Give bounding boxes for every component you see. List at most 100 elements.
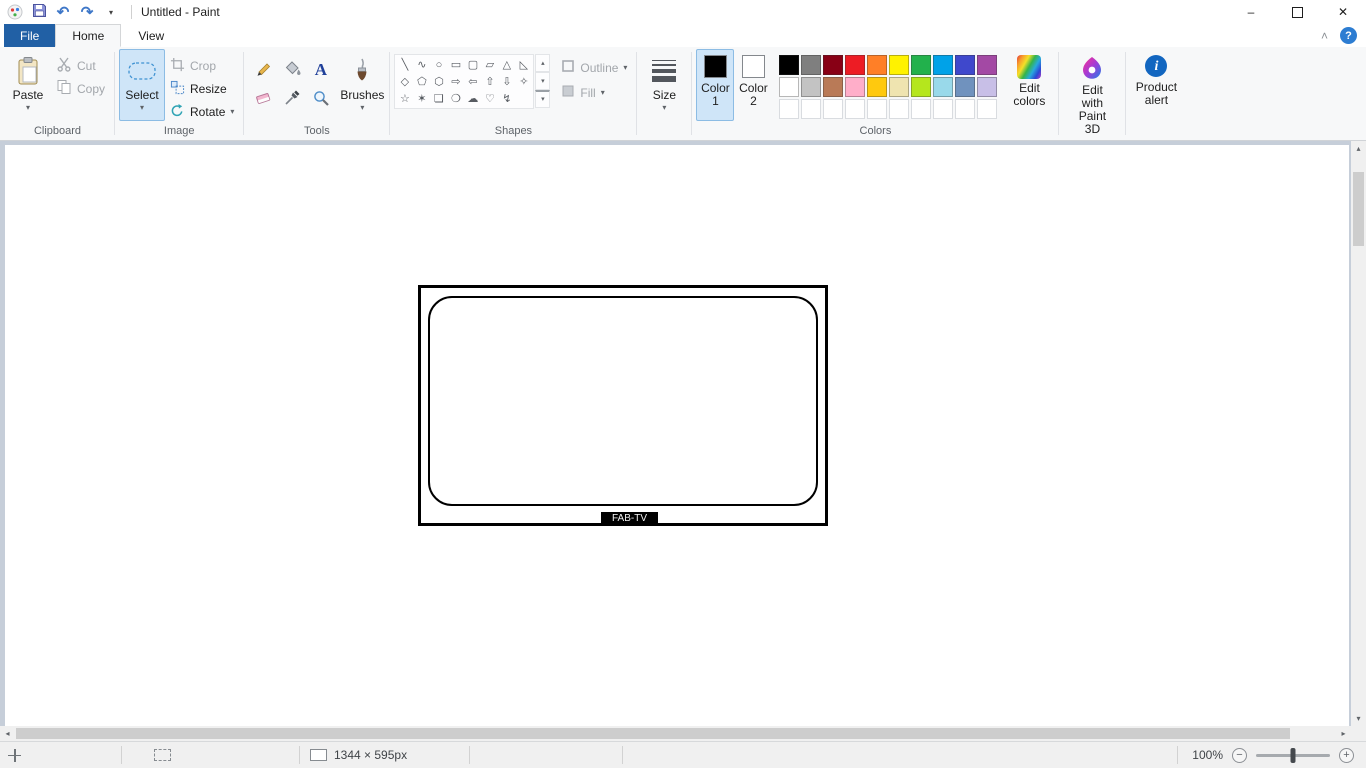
shape-rounded-callout[interactable]: ❏ [430,90,447,107]
paint-logo-icon[interactable] [4,1,26,23]
customize-qat-button[interactable]: ▾ [100,1,122,23]
scroll-left-arrow[interactable]: ◂ [0,726,15,741]
shape-hexagon[interactable]: ⬡ [430,73,447,90]
collapse-ribbon-icon[interactable]: ˄ [1321,29,1328,43]
save-button[interactable] [28,1,50,23]
shape-heart[interactable]: ♡ [481,90,498,107]
magnifier-tool-button[interactable] [308,86,333,112]
shape-right-arrow[interactable]: ⇨ [447,73,464,90]
shape-polygon[interactable]: ▱ [481,56,498,73]
palette-swatch[interactable] [845,55,866,75]
rotate-button[interactable]: Rotate ▾ [165,100,239,123]
palette-swatch[interactable] [845,77,866,97]
palette-swatch[interactable] [933,55,954,75]
shape-curve[interactable]: ∿ [413,56,430,73]
shape-down-arrow[interactable]: ⇩ [498,73,515,90]
shape-four-point-star[interactable]: ✧ [515,73,532,90]
crop-button[interactable]: Crop [165,54,239,77]
tab-home[interactable]: Home [55,24,122,47]
shapes-scroll-up-button[interactable]: ▴ [535,54,551,72]
palette-swatch[interactable] [889,99,910,119]
zoom-out-button[interactable]: − [1232,747,1247,763]
palette-swatch[interactable] [955,55,976,75]
shape-diamond[interactable]: ◇ [396,73,413,90]
horizontal-scroll-thumb[interactable] [16,728,1290,739]
drawing-canvas[interactable]: FAB-TV [5,145,1349,726]
palette-swatch[interactable] [977,55,998,75]
horizontal-scrollbar[interactable]: ◂ ▸ [0,726,1351,741]
scroll-down-arrow[interactable]: ▾ [1351,711,1366,726]
shape-rounded-rectangle[interactable]: ▢ [464,56,481,73]
zoom-slider-thumb[interactable] [1290,747,1296,763]
palette-swatch[interactable] [823,99,844,119]
text-tool-button[interactable]: A [308,56,333,82]
edit-with-paint3d-button[interactable]: Edit with Paint 3D [1063,49,1121,136]
eraser-tool-button[interactable] [250,86,275,112]
shape-lightning[interactable]: ↯ [498,90,515,107]
resize-button[interactable]: Resize [165,77,239,100]
palette-swatch[interactable] [867,55,888,75]
palette-swatch[interactable] [867,99,888,119]
palette-swatch[interactable] [779,99,800,119]
palette-swatch[interactable] [845,99,866,119]
edit-colors-button[interactable]: Edit colors [1004,49,1054,121]
color1-button[interactable]: Color 1 [696,49,735,121]
tab-view[interactable]: View [121,24,181,47]
undo-button[interactable]: ↶ [52,1,74,23]
palette-swatch[interactable] [801,77,822,97]
palette-swatch[interactable] [801,55,822,75]
shapes-scroll-down-button[interactable]: ▾ [535,72,551,90]
shape-triangle[interactable]: △ [498,56,515,73]
shapes-more-button[interactable]: ▾ [535,90,551,108]
shape-six-point-star[interactable]: ✶ [413,90,430,107]
shape-right-triangle[interactable]: ◺ [515,56,532,73]
palette-swatch[interactable] [823,77,844,97]
vertical-scroll-thumb[interactable] [1353,172,1364,246]
shape-rectangle[interactable]: ▭ [447,56,464,73]
vertical-scroll-track[interactable] [1351,156,1366,711]
shape-fill-button[interactable]: Fill ▾ [556,81,632,104]
palette-swatch[interactable] [977,77,998,97]
paste-button[interactable]: Paste ▾ [5,49,51,121]
color2-button[interactable]: Color 2 [734,49,772,121]
palette-swatch[interactable] [823,55,844,75]
cut-button[interactable]: Cut [51,54,110,77]
pencil-tool-button[interactable] [250,56,275,82]
palette-swatch[interactable] [911,55,932,75]
palette-swatch[interactable] [933,99,954,119]
shape-cloud-callout[interactable]: ☁ [464,90,481,107]
palette-swatch[interactable] [911,77,932,97]
palette-swatch[interactable] [779,55,800,75]
palette-swatch[interactable] [911,99,932,119]
size-button[interactable]: Size ▾ [641,49,687,121]
color-picker-tool-button[interactable] [279,86,304,112]
palette-swatch[interactable] [867,77,888,97]
palette-swatch[interactable] [955,99,976,119]
tab-file[interactable]: File [4,24,56,47]
shape-line[interactable]: ╲ [396,56,413,73]
fill-tool-button[interactable] [279,56,304,82]
close-button[interactable]: ✕ [1320,0,1366,24]
palette-swatch[interactable] [801,99,822,119]
outline-button[interactable]: Outline ▾ [556,56,632,79]
shape-oval-callout[interactable]: ❍ [447,90,464,107]
redo-button[interactable]: ↷ [76,1,98,23]
select-button[interactable]: Select ▾ [119,49,166,121]
product-alert-button[interactable]: i Product alert [1130,49,1182,121]
palette-swatch[interactable] [955,77,976,97]
shape-left-arrow[interactable]: ⇦ [464,73,481,90]
palette-swatch[interactable] [779,77,800,97]
shape-five-point-star[interactable]: ☆ [396,90,413,107]
shape-up-arrow[interactable]: ⇧ [481,73,498,90]
copy-button[interactable]: Copy [51,77,110,100]
zoom-in-button[interactable]: + [1339,747,1354,763]
palette-swatch[interactable] [933,77,954,97]
maximize-button[interactable] [1274,0,1320,24]
palette-swatch[interactable] [889,77,910,97]
palette-swatch[interactable] [977,99,998,119]
scroll-right-arrow[interactable]: ▸ [1336,726,1351,741]
zoom-slider[interactable] [1256,747,1330,763]
minimize-button[interactable]: – [1228,0,1274,24]
horizontal-scroll-track[interactable] [15,726,1336,741]
shape-pentagon[interactable]: ⬠ [413,73,430,90]
